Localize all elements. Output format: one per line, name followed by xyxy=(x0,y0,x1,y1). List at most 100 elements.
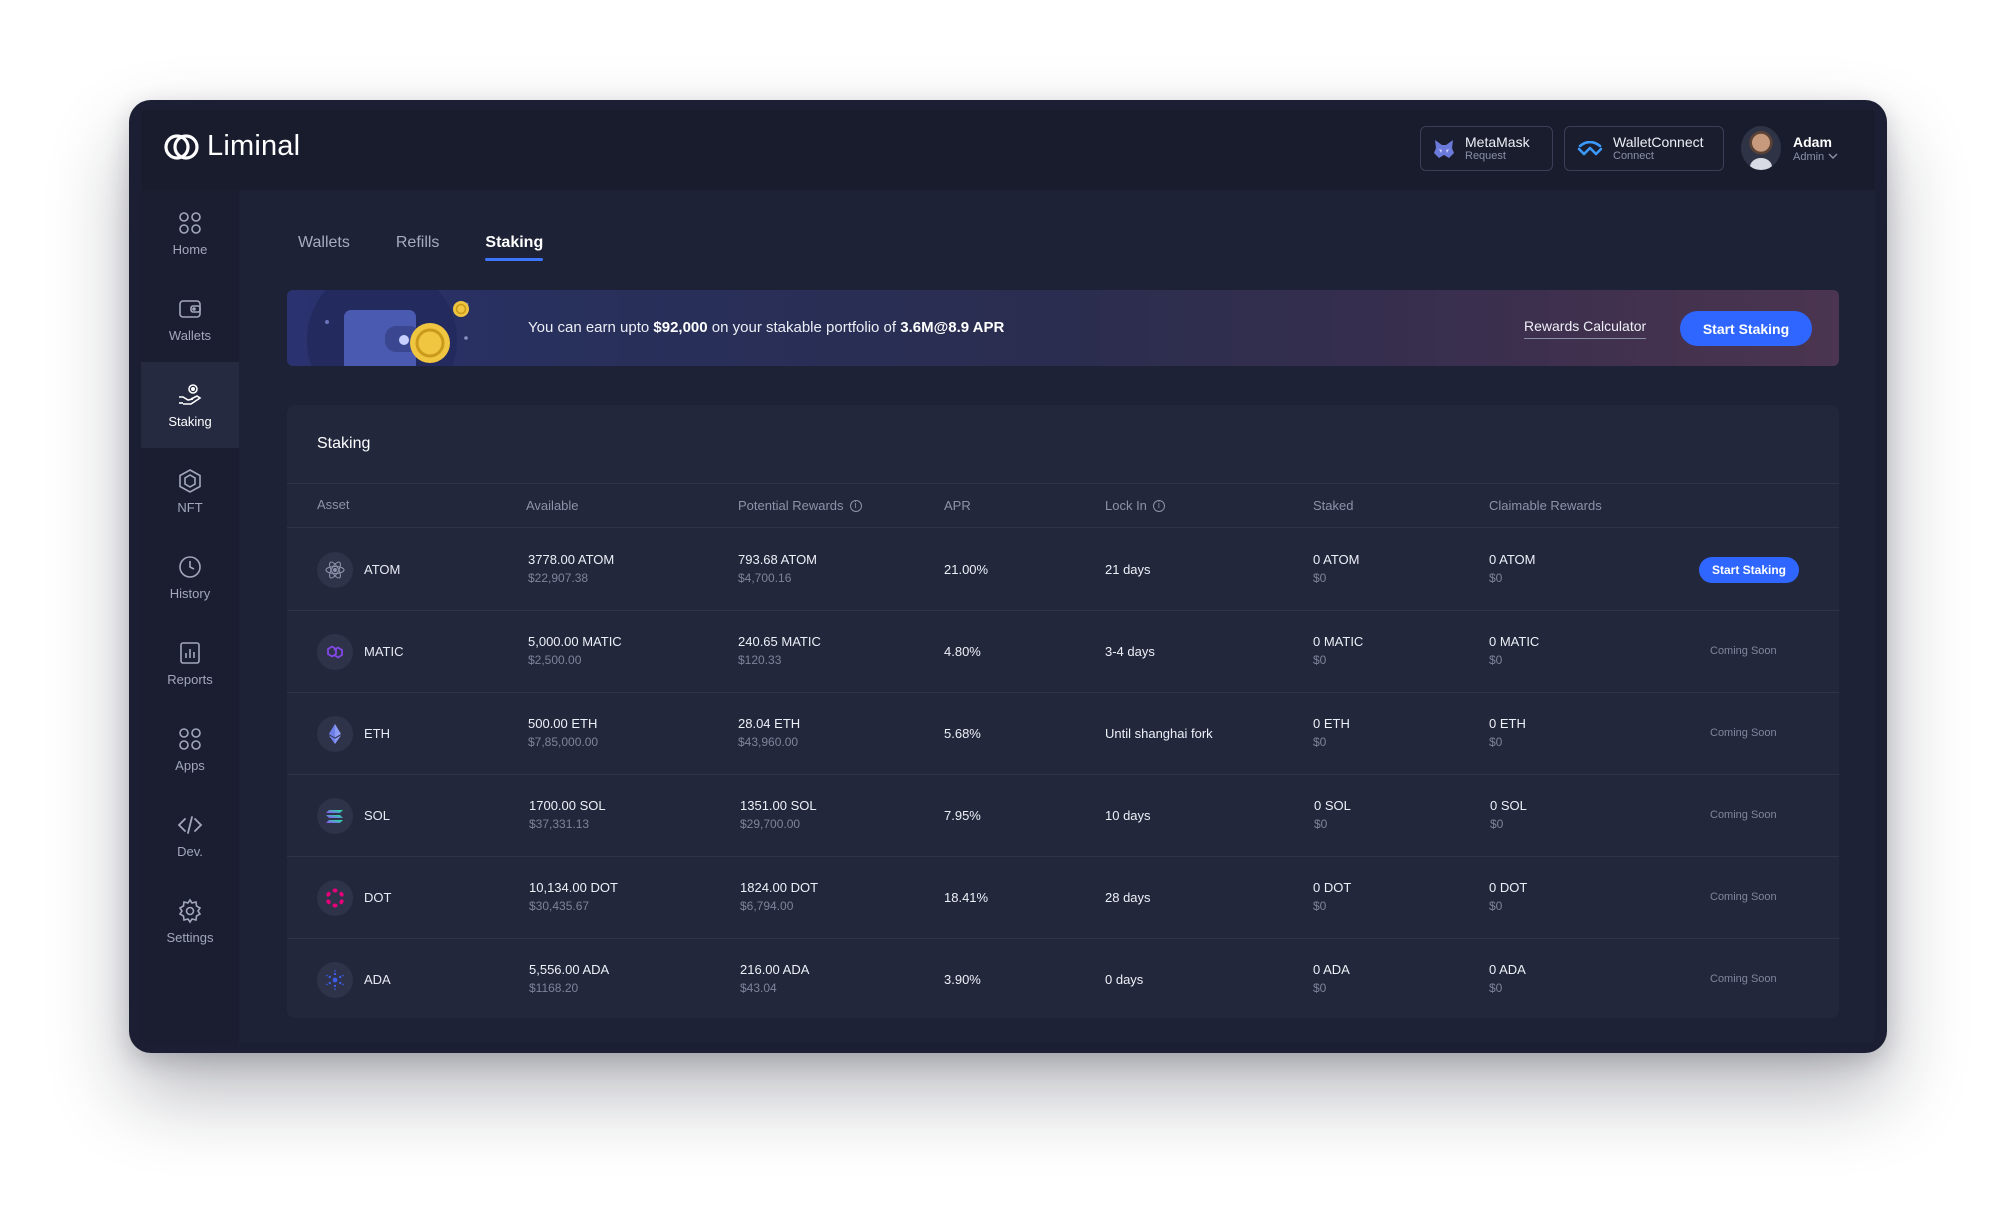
liminal-logo-icon xyxy=(164,133,199,160)
sidebar-item-label: Staking xyxy=(168,413,212,429)
rewards-amount: 240.65 MATIC xyxy=(738,634,821,649)
available-usd: $7,85,000.00 xyxy=(528,735,599,749)
user-menu[interactable]: Adam Admin xyxy=(1741,126,1838,170)
lock-in-value: 0 days xyxy=(1105,972,1144,987)
sidebar-item-label: Reports xyxy=(167,671,213,687)
sidebar-item-label: Dev. xyxy=(177,843,203,859)
walletconnect-button[interactable]: WalletConnect Connect xyxy=(1564,126,1724,171)
available-cell: 3778.00 ATOM $22,907.38 xyxy=(528,551,614,587)
asset-name: DOT xyxy=(364,890,392,905)
atom-coin-icon xyxy=(317,552,353,588)
table-header: Asset Available Potential Rewards i APR L… xyxy=(287,483,1839,528)
rewards-cell: 240.65 MATIC $120.33 xyxy=(738,633,821,669)
claimable-cell: 0 ATOM $0 xyxy=(1489,551,1535,587)
gear-icon xyxy=(178,898,202,923)
rewards-cell: 1824.00 DOT $6,794.00 xyxy=(740,879,818,915)
staked-cell: 0 ETH $0 xyxy=(1313,715,1350,751)
staked-usd: $0 xyxy=(1313,571,1327,585)
column-header-label: Staked xyxy=(1313,498,1354,513)
available-usd: $37,331.13 xyxy=(529,817,590,831)
staked-amount: 0 SOL xyxy=(1314,798,1351,813)
banner-message: You can earn upto $92,000 on your stakab… xyxy=(528,319,1004,336)
metamask-button[interactable]: MetaMask Request xyxy=(1420,126,1553,171)
staking-promo-banner: You can earn upto $92,000 on your stakab… xyxy=(287,290,1839,366)
start-staking-button[interactable]: Start Staking xyxy=(1680,311,1812,346)
rewards-cell: 1351.00 SOL $29,700.00 xyxy=(740,797,817,833)
sidebar-item-label: NFT xyxy=(177,499,203,515)
available-cell: 10,134.00 DOT $30,435.67 xyxy=(529,879,618,915)
tab-bar: Wallets Refills Staking xyxy=(298,234,543,261)
claimable-cell: 0 ETH $0 xyxy=(1489,715,1526,751)
claimable-cell: 0 MATIC $0 xyxy=(1489,633,1539,669)
apr-value: 21.00% xyxy=(944,562,989,577)
rewards-cell: 28.04 ETH $43,960.00 xyxy=(738,715,800,751)
available-usd: $1168.20 xyxy=(529,981,579,995)
column-header-label: APR xyxy=(944,498,971,513)
sidebar-item-wallets[interactable]: Wallets xyxy=(141,276,239,362)
available-amount: 500.00 ETH xyxy=(528,716,598,731)
sidebar-item-apps[interactable]: Apps xyxy=(141,706,239,792)
banner-amount: $92,000 xyxy=(653,319,708,336)
apr-value: 3.90% xyxy=(944,972,981,987)
sidebar-item-home[interactable]: Home xyxy=(141,190,239,276)
coming-soon-label: Coming Soon xyxy=(1710,645,1777,657)
available-amount: 3778.00 ATOM xyxy=(528,552,615,567)
user-role-label: Admin xyxy=(1793,150,1825,163)
asset-name: MATIC xyxy=(364,644,404,659)
sidebar-item-staking[interactable]: Staking xyxy=(141,362,239,448)
column-header-label: Available xyxy=(526,498,579,513)
table-row: SOL 1700.00 SOL $37,331.13 1351.00 SOL $29… xyxy=(287,775,1839,857)
sidebar-item-settings[interactable]: Settings xyxy=(141,878,239,964)
claimable-amount: 0 MATIC xyxy=(1489,634,1540,649)
metamask-fox-icon xyxy=(1434,139,1454,158)
sidebar-item-history[interactable]: History xyxy=(141,534,239,620)
row-start-staking-button[interactable]: Start Staking xyxy=(1699,557,1799,583)
staked-cell: 0 ATOM $0 xyxy=(1313,551,1359,587)
available-cell: 1700.00 SOL $37,331.13 xyxy=(529,797,606,833)
lock-in-value: 10 days xyxy=(1105,808,1151,823)
table-row: ATOM 3778.00 ATOM $22,907.38 793.68 ATOM $… xyxy=(287,529,1839,611)
available-cell: 5,000.00 MATIC $2,500.00 xyxy=(528,633,622,669)
claimable-cell: 0 ADA $0 xyxy=(1489,961,1526,997)
lock-in-value: 28 days xyxy=(1105,890,1151,905)
rewards-usd: $6,794.00 xyxy=(740,899,794,913)
code-icon xyxy=(177,815,203,834)
nft-hexagon-icon xyxy=(179,468,201,493)
staked-amount: 0 DOT xyxy=(1313,880,1352,895)
rewards-cell: 216.00 ADA $43.04 xyxy=(740,961,809,997)
lock-in-value: 3-4 days xyxy=(1105,644,1155,659)
column-header-potential-rewards: Potential Rewards i xyxy=(738,498,862,513)
available-amount: 5,000.00 MATIC xyxy=(528,634,622,649)
column-header-apr: APR xyxy=(944,498,971,513)
rewards-calculator-link[interactable]: Rewards Calculator xyxy=(1524,318,1647,339)
column-header-claimable-rewards: Claimable Rewards xyxy=(1489,498,1602,513)
staking-card-title: Staking xyxy=(317,435,371,452)
column-header-label: Potential Rewards xyxy=(738,498,844,513)
asset-name: ETH xyxy=(364,726,390,741)
claimable-amount: 0 ADA xyxy=(1489,962,1526,977)
available-amount: 5,556.00 ADA xyxy=(529,962,610,977)
sidebar-item-reports[interactable]: Reports xyxy=(141,620,239,706)
banner-text-middle: on your stakable portfolio of xyxy=(707,319,901,336)
coming-soon-label: Coming Soon xyxy=(1710,891,1777,903)
sidebar-item-label: Home xyxy=(172,241,208,257)
apr-value: 7.95% xyxy=(944,808,981,823)
rewards-usd: $43,960.00 xyxy=(738,735,799,749)
info-icon[interactable]: i xyxy=(1152,499,1165,512)
coming-soon-label: Coming Soon xyxy=(1710,973,1777,985)
top-bar: Liminal MetaMask Request WalletConnect C… xyxy=(141,110,1875,190)
sidebar-item-nft[interactable]: NFT xyxy=(141,448,239,534)
lock-in-value: Until shanghai fork xyxy=(1105,726,1213,741)
claimable-cell: 0 SOL $0 xyxy=(1490,797,1527,833)
lock-in-value: 21 days xyxy=(1105,562,1151,577)
tab-refills[interactable]: Refills xyxy=(396,234,440,261)
staked-cell: 0 DOT $0 xyxy=(1313,879,1351,915)
sidebar-item-dev[interactable]: Dev. xyxy=(141,792,239,878)
staked-amount: 0 MATIC xyxy=(1313,634,1364,649)
info-icon[interactable]: i xyxy=(849,499,862,512)
app-logo[interactable]: Liminal xyxy=(163,130,300,163)
user-name: Adam xyxy=(1793,133,1832,150)
tab-staking[interactable]: Staking xyxy=(485,234,543,261)
tab-wallets[interactable]: Wallets xyxy=(298,234,350,261)
column-header-label: Claimable Rewards xyxy=(1489,498,1602,513)
